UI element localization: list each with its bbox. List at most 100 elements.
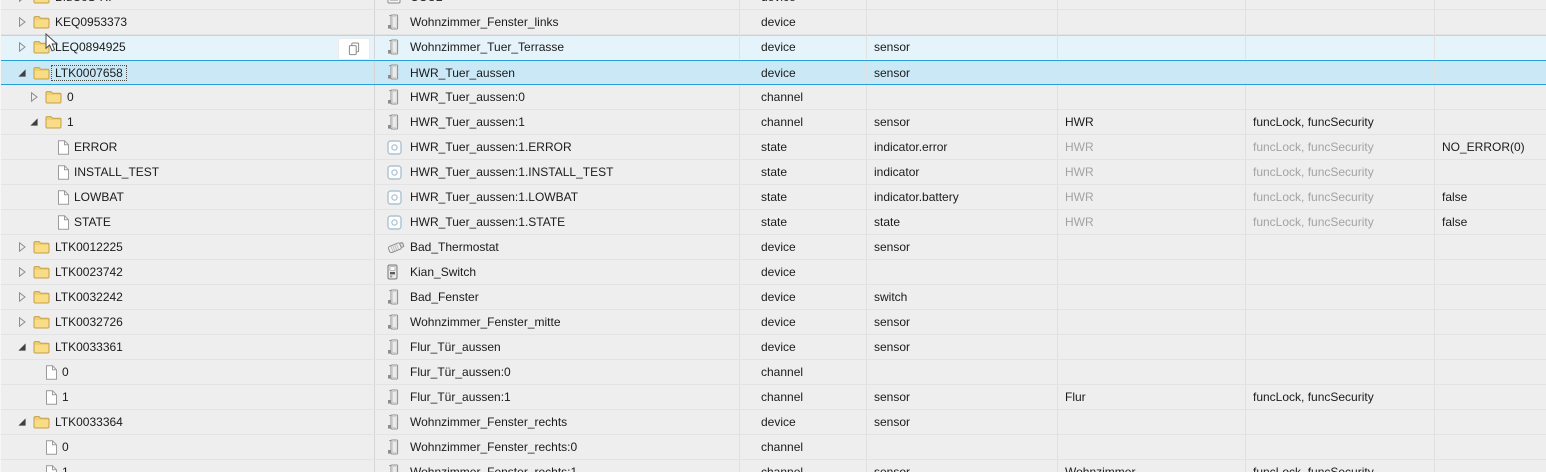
document-icon — [57, 164, 69, 180]
object-name-label: Wohnzimmer_Tuer_Terrasse — [410, 40, 565, 54]
collapse-arrow-icon — [17, 16, 27, 28]
type-cell: state — [740, 160, 867, 184]
name-cell: Wohnzimmer_Fenster_rechts — [375, 410, 740, 434]
collapse-arrow-icon — [17, 266, 27, 278]
table-row[interactable]: ERROR HWR_Tuer_aussen:1.ERROR state indicat… — [1, 135, 1546, 160]
table-row[interactable]: 0 Wohnzimmer_Fenster_rechts:0 channel — [1, 435, 1546, 460]
collapse-toggle[interactable] — [17, 68, 33, 78]
table-row[interactable]: 1 Flur_Tür_aussen:1 channel sensor Flur funcL… — [1, 385, 1546, 410]
tree-cell: ERROR — [1, 135, 375, 159]
room-cell-text: HWR — [1065, 140, 1094, 154]
room-cell: Flur — [1058, 385, 1246, 409]
collapse-toggle[interactable] — [17, 342, 33, 352]
expand-toggle[interactable] — [17, 241, 33, 253]
role-cell-text: sensor — [874, 40, 911, 54]
door-sensor-icon — [387, 339, 399, 356]
type-cell-text: device — [761, 15, 796, 29]
type-cell-text: device — [761, 240, 796, 254]
table-row[interactable]: 0 Flur_Tür_aussen:0 channel — [1, 360, 1546, 385]
function-cell: funcLock, funcSecurity — [1246, 135, 1435, 159]
copy-id-button[interactable] — [338, 38, 370, 60]
function-cell — [1246, 85, 1435, 109]
door-sensor-icon — [387, 364, 399, 381]
type-cell-text: state — [761, 190, 788, 204]
role-cell: sensor — [867, 61, 1058, 84]
function-cell: funcLock, funcSecurity — [1246, 185, 1435, 209]
room-cell-text: HWR — [1065, 165, 1094, 179]
room-cell-text: Flur — [1065, 390, 1086, 404]
expand-toggle[interactable] — [17, 41, 33, 53]
tree-cell: LTK0032242 — [1, 285, 375, 309]
table-row[interactable]: INSTALL_TEST HWR_Tuer_aussen:1.INSTALL_TE… — [1, 160, 1546, 185]
document-icon — [45, 439, 57, 455]
switch-icon — [387, 264, 398, 280]
type-cell: channel — [740, 460, 867, 472]
collapse-toggle[interactable] — [17, 417, 33, 427]
tree-item-label: LTK0023742 — [55, 265, 123, 279]
table-row[interactable]: 0 HWR_Tuer_aussen:0 channel — [1, 85, 1546, 110]
table-row[interactable]: LTK0032242 Bad_Fenster device switch — [1, 285, 1546, 310]
table-row[interactable]: 1 HWR_Tuer_aussen:1 channel sensor HWR funcLo… — [1, 110, 1546, 135]
state-icon — [387, 214, 402, 230]
name-cell: HWR_Tuer_aussen:1.INSTALL_TEST — [375, 160, 740, 184]
door-icon — [387, 414, 403, 431]
room-cell: HWR — [1058, 210, 1246, 234]
value-cell — [1435, 410, 1546, 434]
tree-cell: LTK0032726 — [1, 310, 375, 334]
expand-toggle[interactable] — [17, 291, 33, 303]
document-icon — [45, 364, 57, 380]
table-row[interactable]: BidCoS-RF CCU2 device — [1, 0, 1546, 10]
expand-toggle[interactable] — [17, 0, 33, 3]
folder-icon — [33, 315, 50, 329]
door-icon — [387, 64, 403, 81]
tree-item-label: KEQ0953373 — [55, 15, 128, 29]
tree-item-label: BidCoS-RF — [55, 0, 116, 4]
role-cell: sensor — [867, 410, 1058, 434]
table-row[interactable]: LTK0033364 Wohnzimmer_Fenster_rechts devic… — [1, 410, 1546, 435]
name-cell: Wohnzimmer_Fenster_mitte — [375, 310, 740, 334]
function-cell-text: funcLock, funcSecurity — [1253, 115, 1374, 129]
role-cell: indicator — [867, 160, 1058, 184]
table-row[interactable]: KEQ0953373 Wohnzimmer_Fenster_links device — [1, 10, 1546, 35]
door-icon — [387, 39, 403, 56]
folder-icon — [33, 265, 50, 279]
role-cell-text: sensor — [874, 65, 911, 80]
value-cell — [1435, 110, 1546, 134]
name-cell: Flur_Tür_aussen — [375, 335, 740, 359]
role-cell: indicator.battery — [867, 185, 1058, 209]
switch-icon — [387, 264, 403, 280]
tree-item-label: LTK0012225 — [55, 240, 123, 254]
expand-toggle[interactable] — [17, 266, 33, 278]
table-row[interactable]: 1 Wohnzimmer_Fenster_rechts:1 channel senso… — [1, 460, 1546, 472]
table-row[interactable]: LTK0032726 Wohnzimmer_Fenster_mitte device… — [1, 310, 1546, 335]
role-cell: sensor — [867, 110, 1058, 134]
type-cell: channel — [740, 435, 867, 459]
folder-icon — [33, 40, 50, 54]
expand-toggle[interactable] — [29, 91, 45, 103]
room-cell — [1058, 310, 1246, 334]
function-cell: funcLock, funcSecurity — [1246, 160, 1435, 184]
state-icon — [387, 189, 402, 205]
table-row[interactable]: LTK0012225 Bad_Thermostat device sensor — [1, 235, 1546, 260]
expand-toggle[interactable] — [17, 316, 33, 328]
document-icon — [45, 364, 57, 380]
table-row[interactable]: STATE HWR_Tuer_aussen:1.STATE state state HW… — [1, 210, 1546, 235]
value-cell — [1435, 360, 1546, 384]
document-icon — [45, 439, 57, 455]
table-row[interactable]: LTK0023742 Kian_Switch device — [1, 260, 1546, 285]
room-cell — [1058, 235, 1246, 259]
table-row[interactable]: LOWBAT HWR_Tuer_aussen:1.LOWBAT state indic… — [1, 185, 1546, 210]
table-row[interactable]: LTK0007658 HWR_Tuer_aussen device sensor — [1, 60, 1546, 85]
function-cell-text: funcLock, funcSecurity — [1253, 465, 1374, 472]
door-sensor-icon — [387, 389, 399, 406]
table-row[interactable]: LTK0033361 Flur_Tür_aussen device sensor — [1, 335, 1546, 360]
collapse-toggle[interactable] — [29, 117, 45, 127]
room-cell-text: Wohnzimmer — [1065, 465, 1136, 472]
table-row[interactable]: LEQ0894925 Wohnzimmer_Tuer_Terrasse device… — [1, 35, 1546, 60]
folder-icon — [33, 0, 50, 4]
expand-toggle[interactable] — [17, 16, 33, 28]
